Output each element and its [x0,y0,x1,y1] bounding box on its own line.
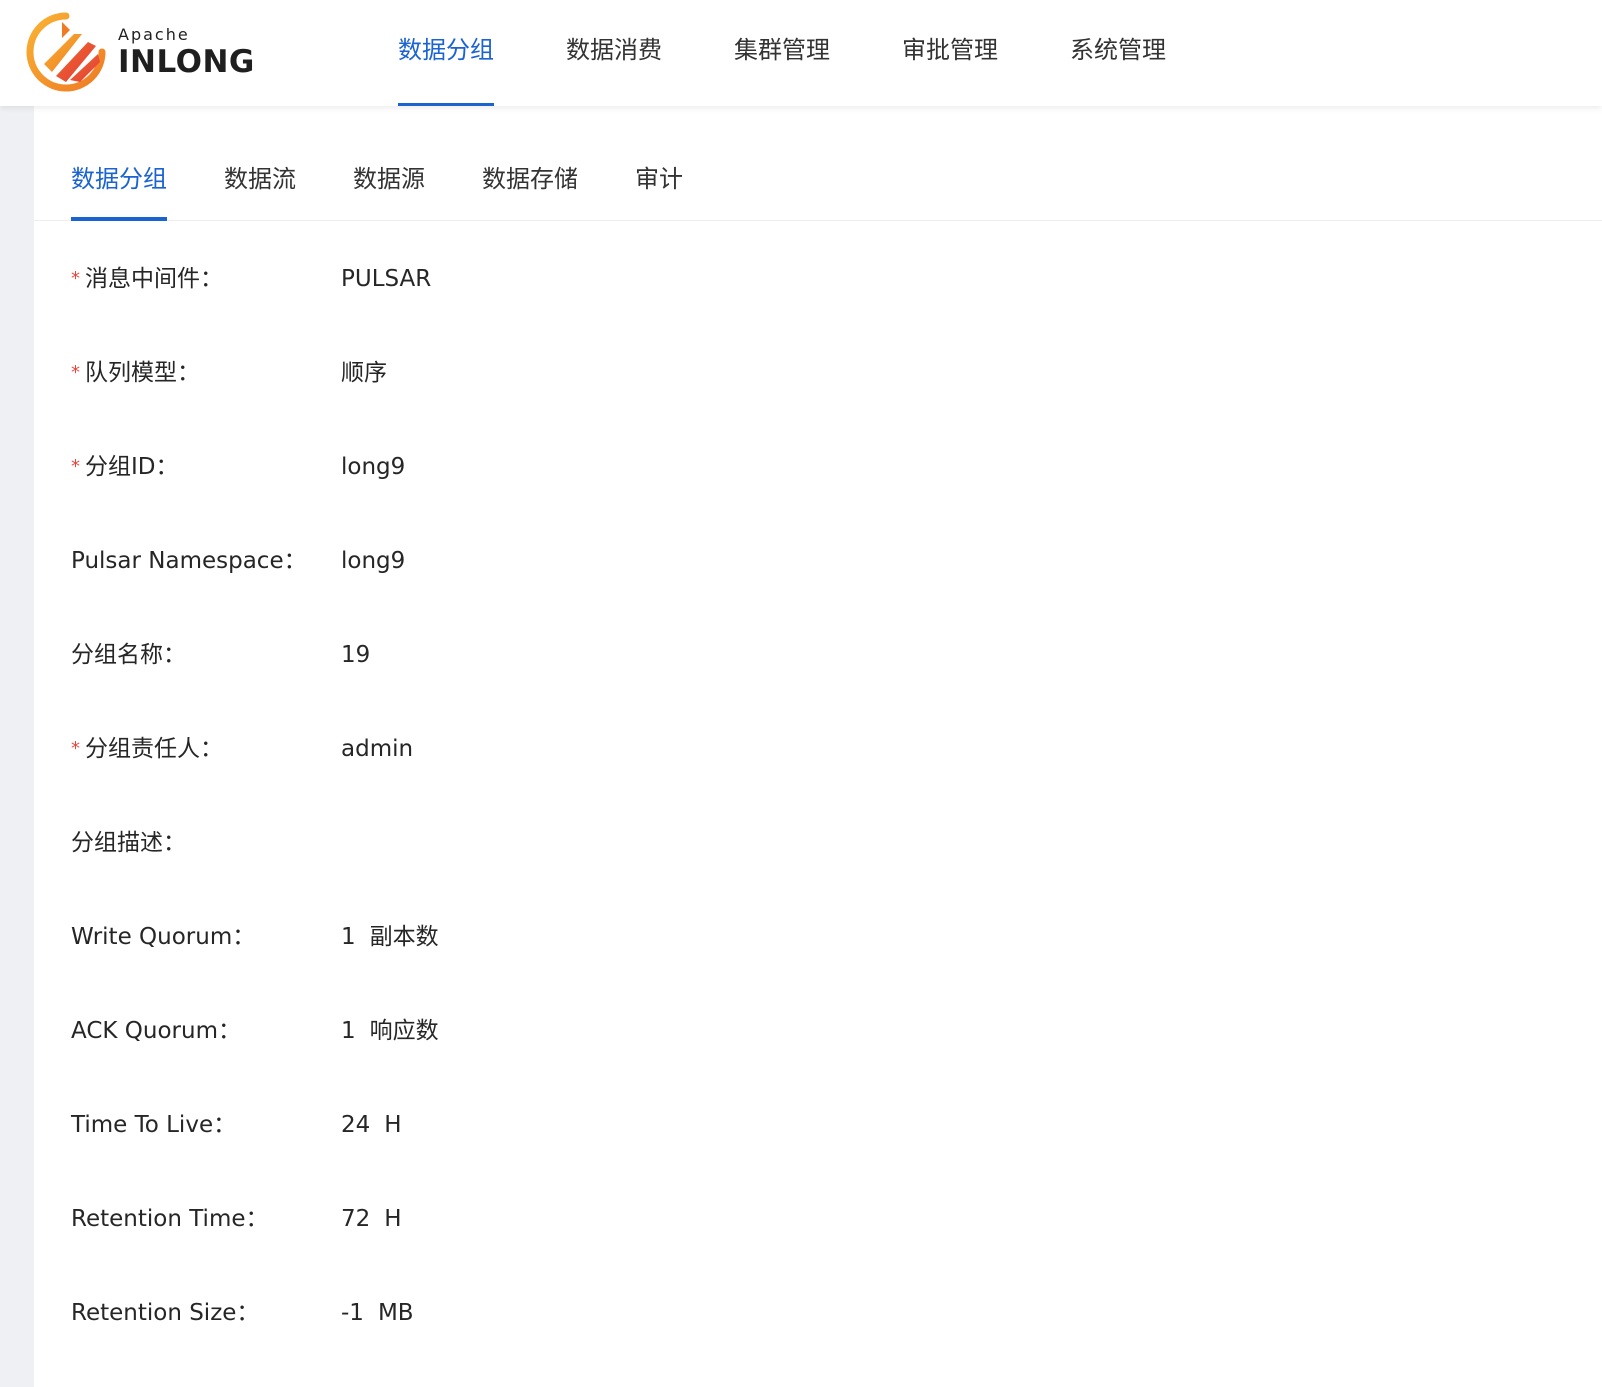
tab-data-source[interactable]: 数据源 [353,106,425,220]
form-value-text: 72 [341,1206,371,1232]
logo-product-text: INLONG [118,44,255,80]
tab-audit[interactable]: 审计 [635,106,683,220]
form-row-time-to-live: Time To Live： 24 H [71,1078,1571,1172]
form-label: Write Quorum： [71,890,255,984]
form-row-group-description: 分组描述： [71,796,1571,890]
form-row-ack-quorum: ACK Quorum： 1 响应数 [71,984,1571,1078]
form-row-retention-time: Retention Time： 72 H [71,1172,1571,1266]
top-nav-item-system-management[interactable]: 系统管理 [1070,0,1166,106]
form-value-text: 1 [341,1018,356,1044]
form-label-text: 分组名称： [71,642,186,668]
form-value: admin [341,702,413,796]
form-value: 顺序 [341,326,387,420]
form-value-text: -1 [341,1300,364,1326]
required-mark: * [71,738,80,759]
form-label: * 消息中间件： [71,232,223,328]
tab-data-storage[interactable]: 数据存储 [482,106,578,220]
form-label: * 队列模型： [71,326,200,422]
logo-apache-text: Apache [118,25,190,44]
form-label: ACK Quorum： [71,984,241,1078]
form-value-unit: H [384,1112,402,1138]
form-row-pulsar-namespace: Pulsar Namespace： long9 [71,514,1571,608]
required-mark: * [71,456,80,477]
form-value: PULSAR [341,232,431,326]
form-label: 分组描述： [71,796,186,890]
form-value: 24 H [341,1078,402,1172]
form-value: long9 [341,514,405,608]
form-value-text: admin [341,736,414,762]
tab-data-group[interactable]: 数据分组 [71,106,167,221]
form-row-retention-size: Retention Size： -1 MB [71,1266,1571,1360]
form-row-group-name: 分组名称： 19 [71,608,1571,702]
required-mark: * [71,268,80,289]
top-nav-item-data-consumption[interactable]: 数据消费 [566,0,662,106]
app-header: Apache INLONG 数据分组 数据消费 集群管理 审批管理 系统管理 [0,0,1602,106]
top-nav-item-cluster-management[interactable]: 集群管理 [734,0,830,106]
form-label-text: ACK Quorum： [71,1018,241,1044]
form-label-text: Time To Live： [71,1112,237,1138]
form-value: long9 [341,420,405,514]
form-value: 1 响应数 [341,984,439,1078]
form-row-group-owner: * 分组责任人： admin [71,702,1571,796]
required-mark: * [71,362,80,383]
top-nav-item-approval-management[interactable]: 审批管理 [902,0,998,106]
form-value-text: 1 [341,924,356,950]
form-value-unit: 响应数 [369,1018,439,1044]
form-label-text: 消息中间件： [85,266,223,292]
form-value-unit: 副本数 [369,924,439,950]
form-label: Pulsar Namespace： [71,514,307,608]
side-strip [0,106,34,1387]
form-label: * 分组责任人： [71,702,223,798]
form-value-text: long9 [341,454,406,480]
sub-tabs: 数据分组 数据流 数据源 数据存储 审计 [34,106,1602,221]
form-row-queue-model: * 队列模型： 顺序 [71,326,1571,420]
form-row-group-id: * 分组ID： long9 [71,420,1571,514]
form-value-text: 顺序 [341,360,387,386]
inlong-logo[interactable]: Apache INLONG [26,12,286,92]
form-value-text: 24 [341,1112,371,1138]
form-value: 1 副本数 [341,890,439,984]
top-nav-item-data-groups[interactable]: 数据分组 [398,0,494,106]
form-label-text: Write Quorum： [71,924,256,950]
form-label: Time To Live： [71,1078,236,1172]
tab-data-stream[interactable]: 数据流 [224,106,296,220]
form-value: 19 [341,608,370,702]
form-label-text: 分组ID： [85,454,179,480]
form-value-text: 19 [341,642,371,668]
top-nav: 数据分组 数据消费 集群管理 审批管理 系统管理 [398,0,1238,106]
form-row-mq-type: * 消息中间件： PULSAR [71,232,1571,326]
form-label-text: Pulsar Namespace： [71,548,307,574]
form-label: * 分组ID： [71,420,179,516]
form-label: Retention Time： [71,1172,269,1266]
form-label-text: 分组责任人： [85,736,223,762]
group-detail-form: * 消息中间件： PULSAR * 队列模型： 顺序 * 分组ID： long9 Pu… [71,232,1571,1360]
form-label: Retention Size： [71,1266,259,1360]
inlong-logo-icon [26,12,106,92]
form-value: 72 H [341,1172,402,1266]
form-value-text: long9 [341,548,406,574]
form-label: 分组名称： [71,608,186,702]
form-value: -1 MB [341,1266,414,1360]
form-label-text: Retention Time： [71,1206,269,1232]
form-label-text: 队列模型： [85,360,200,386]
form-value-text: PULSAR [341,266,432,292]
form-row-write-quorum: Write Quorum： 1 副本数 [71,890,1571,984]
form-label-text: Retention Size： [71,1300,260,1326]
form-value-unit: MB [377,1300,414,1326]
form-label-text: 分组描述： [71,830,186,856]
form-value-unit: H [384,1206,402,1232]
